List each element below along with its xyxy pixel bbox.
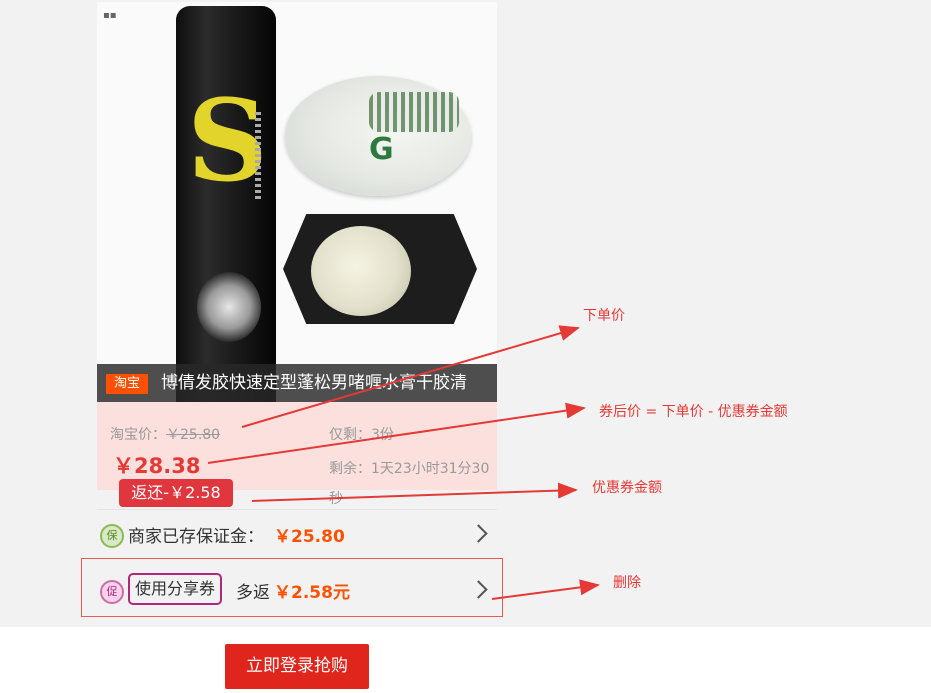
annotation-after-coupon-price: 券后价 = 下单价 - 优惠券金额 <box>599 404 788 420</box>
final-price: ￥28.38 <box>113 454 201 478</box>
jar-label-decoration <box>369 92 459 132</box>
rebate-badge: 返还-￥2.58 <box>119 479 233 507</box>
brand-logo: ▪▪ <box>103 10 117 21</box>
stock-remaining: 仅剩：3份 <box>329 427 394 443</box>
delete-highlight-box <box>81 558 503 617</box>
merchant-deposit-row[interactable]: 保 商家已存保证金： ￥25.80 <box>97 509 497 556</box>
guarantee-icon: 保 <box>100 524 124 548</box>
product-title[interactable]: 博倩发胶快速定型蓬松男啫喱水膏干胶清 <box>161 372 491 394</box>
taobao-price-value: ￥25.80 <box>166 427 221 443</box>
annotation-order-price: 下单价 <box>583 308 625 324</box>
jar-logo-g: G <box>369 132 394 167</box>
annotation-delete: 删除 <box>613 575 641 591</box>
deposit-amount: ￥25.80 <box>274 527 345 547</box>
login-buy-button[interactable]: 立即登录抢购 <box>225 644 369 689</box>
chevron-right-icon[interactable] <box>469 524 488 543</box>
price-panel: 淘宝价：￥25.80 ￥28.38 仅剩：3份 剩余：1天23小时31分30秒 <box>97 402 497 507</box>
deposit-label: 商家已存保证金： <box>128 527 264 547</box>
taobao-price: 淘宝价：￥25.80 <box>110 424 220 444</box>
annotation-coupon-amount: 优惠券金额 <box>592 480 662 496</box>
product-image[interactable]: ▪▪ S G <box>97 2 497 402</box>
product-title-bar[interactable]: 淘宝 博倩发胶快速定型蓬松男啫喱水膏干胶清 <box>97 364 497 402</box>
taobao-price-label: 淘宝价： <box>110 427 166 443</box>
bottle-text-decoration <box>255 112 261 202</box>
taobao-badge: 淘宝 <box>106 374 148 394</box>
time-remaining: 剩余：1天23小时31分30秒 <box>329 461 490 507</box>
bottle-cap-illustration <box>197 272 261 342</box>
hex-jar-content-illustration <box>311 226 411 316</box>
